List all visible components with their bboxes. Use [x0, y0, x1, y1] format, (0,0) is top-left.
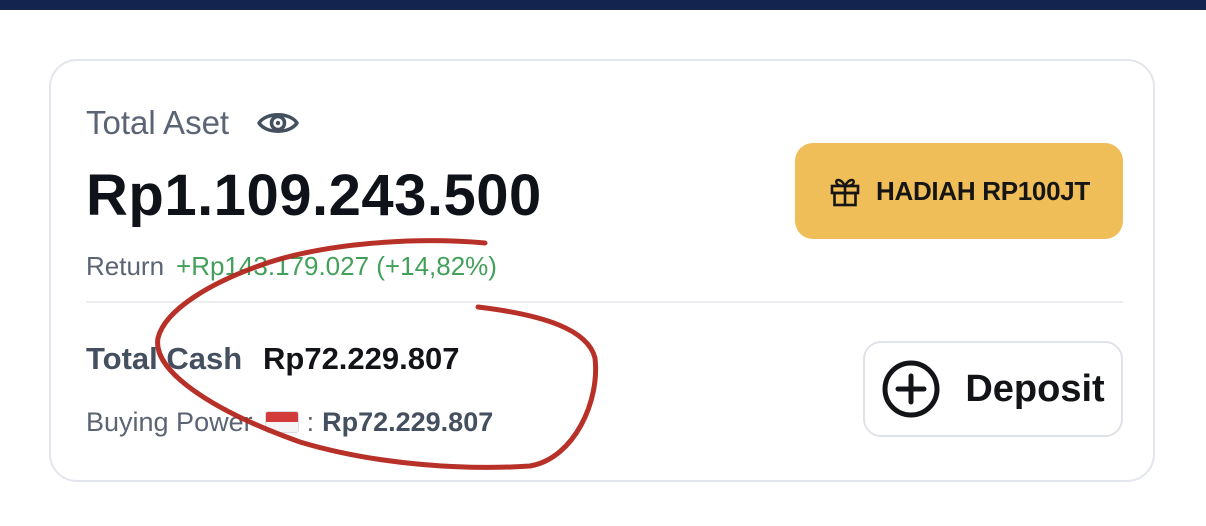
buying-power-separator: : — [306, 407, 315, 437]
total-aset-value: Rp1.109.243.500 — [86, 163, 542, 228]
top-app-bar — [0, 0, 1206, 10]
gift-icon — [830, 178, 860, 207]
hadiah-label: HADIAH RP100JT — [876, 175, 1090, 206]
eye-icon[interactable] — [256, 106, 300, 140]
deposit-button[interactable]: Deposit — [863, 341, 1123, 437]
portfolio-card: Total Aset Rp1.109.243.500 Return +Rp143.… — [49, 59, 1155, 482]
plus-circle-icon — [882, 360, 940, 418]
deposit-label: Deposit — [965, 367, 1105, 410]
indonesia-flag-icon — [264, 411, 299, 433]
divider — [86, 301, 1123, 303]
buying-power-label: Buying Power — [86, 407, 253, 437]
hadiah-promo-button[interactable]: HADIAH RP100JT — [795, 143, 1123, 239]
total-aset-label: Total Aset — [86, 104, 230, 141]
total-cash-label: Total Cash — [86, 341, 243, 376]
buying-power-value: Rp72.229.807 — [322, 407, 494, 437]
return-label: Return — [86, 251, 165, 281]
buying-power-row: Buying Power : Rp72.229.807 — [86, 404, 493, 440]
return-row: Return +Rp143.179.027 (+14,82%) — [86, 249, 497, 283]
total-cash-value: Rp72.229.807 — [263, 341, 460, 376]
return-value: +Rp143.179.027 (+14,82%) — [176, 251, 497, 281]
